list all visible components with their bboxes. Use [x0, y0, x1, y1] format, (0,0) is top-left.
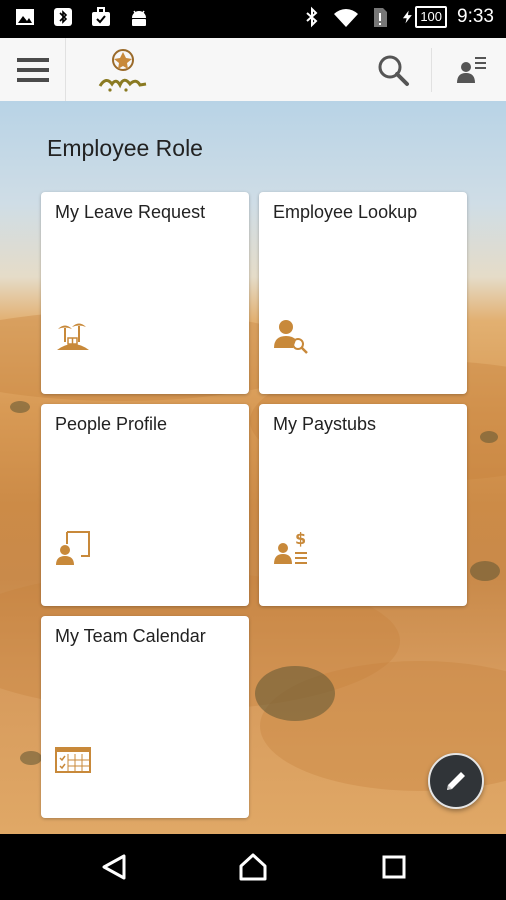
background-bush — [470, 561, 500, 581]
main-content: Employee Role My Leave Request Employee … — [0, 101, 506, 834]
tile-label: My Team Calendar — [55, 626, 206, 646]
briefcase-check-icon — [92, 7, 110, 26]
background-bush — [10, 401, 30, 413]
tile-label: Employee Lookup — [273, 202, 418, 222]
search-icon — [378, 55, 409, 86]
background-bush — [255, 666, 335, 721]
hamburger-menu-icon — [16, 57, 49, 82]
system-nav-bar — [0, 834, 506, 900]
search-button[interactable] — [368, 48, 418, 92]
calendar-icon — [55, 747, 91, 773]
bluetooth-notification-icon — [54, 8, 72, 26]
charging-icon — [403, 10, 413, 24]
svg-text:$: $ — [295, 530, 306, 548]
back-icon — [102, 854, 126, 880]
tile-my-team-calendar[interactable]: My Team Calendar — [41, 616, 249, 818]
tile-people-profile[interactable]: People Profile — [41, 404, 249, 606]
home-button[interactable] — [233, 847, 273, 887]
mawaridna-logo[interactable] — [96, 48, 150, 92]
tile-my-paystubs[interactable]: My Paystubs $ — [259, 404, 467, 606]
android-icon — [132, 10, 146, 26]
profile-frame-icon — [56, 531, 90, 565]
tile-label: My Leave Request — [55, 202, 206, 222]
clock: 9:33 — [457, 6, 494, 27]
app-bar — [0, 38, 506, 102]
sim-icon — [374, 8, 388, 27]
back-button[interactable] — [94, 847, 134, 887]
recents-button[interactable] — [374, 847, 414, 887]
pencil-icon — [447, 772, 465, 790]
image-icon — [16, 9, 34, 25]
section-title: Employee Role — [47, 135, 203, 161]
bluetooth-icon — [306, 6, 318, 28]
tile-my-leave-request[interactable]: My Leave Request — [41, 192, 249, 394]
tile-employee-lookup[interactable]: Employee Lookup — [259, 192, 467, 394]
tile-label: People Profile — [55, 414, 168, 434]
person-search-icon — [274, 320, 308, 354]
battery-level: 100 — [415, 6, 448, 28]
home-icon — [239, 853, 267, 881]
recents-icon — [382, 855, 406, 879]
wifi-icon — [334, 9, 359, 27]
user-menu-icon — [457, 57, 486, 83]
user-menu-button[interactable] — [446, 46, 496, 94]
status-bar: 100 9:33 — [0, 0, 506, 38]
menu-button[interactable] — [0, 38, 66, 101]
battery-indicator: 100 — [401, 6, 448, 28]
background-bush — [20, 751, 42, 765]
app-bar-divider — [431, 48, 432, 92]
vacation-icon — [57, 323, 89, 350]
tile-label: My Paystubs — [273, 414, 377, 434]
paystub-icon: $ — [274, 530, 307, 564]
edit-fab[interactable] — [428, 753, 484, 809]
background-bush — [480, 431, 498, 443]
